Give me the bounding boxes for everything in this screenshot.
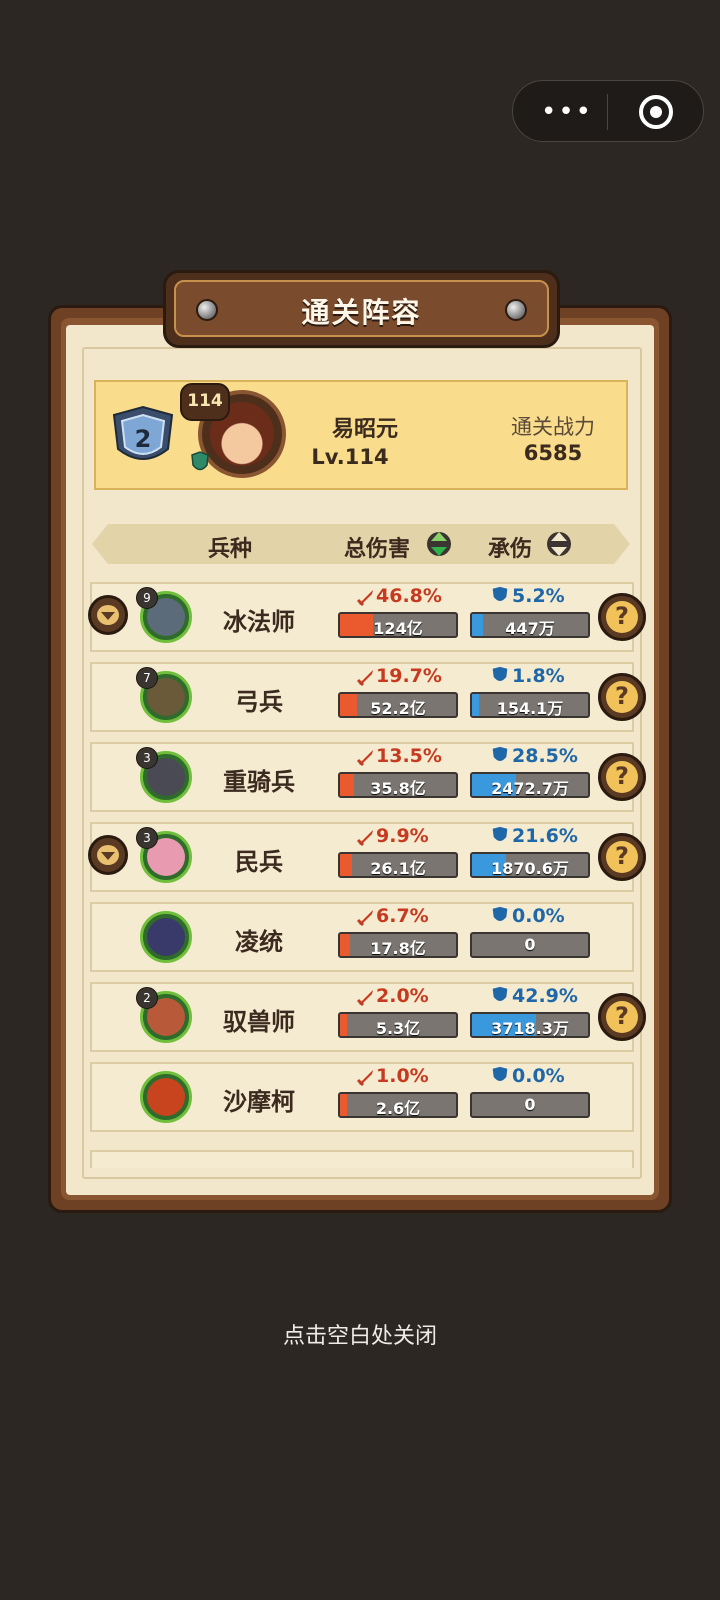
close-hint[interactable]: 点击空白处关闭 bbox=[0, 1318, 720, 1350]
tank-value: 2472.7万 bbox=[491, 779, 569, 798]
tank-value: 1870.6万 bbox=[491, 859, 569, 878]
tank-value: 0 bbox=[524, 1095, 536, 1114]
tank-bar: 154.1万 bbox=[470, 692, 590, 718]
help-question-icon[interactable]: ? bbox=[598, 833, 646, 881]
sort-active-icon[interactable] bbox=[426, 527, 452, 561]
unit-count-badge: 9 bbox=[136, 587, 158, 609]
tank-bar: 3718.3万 bbox=[470, 1012, 590, 1038]
damage-value: 17.8亿 bbox=[370, 939, 426, 958]
damage-value: 35.8亿 bbox=[370, 779, 426, 798]
help-question-icon[interactable]: ? bbox=[598, 593, 646, 641]
tank-value: 447万 bbox=[505, 619, 555, 638]
tank-value: 154.1万 bbox=[496, 699, 564, 718]
rank-number: 2 bbox=[135, 425, 152, 453]
tank-percent: 42.9% bbox=[512, 985, 578, 1007]
header-tank[interactable]: 承伤 bbox=[488, 531, 532, 563]
tank-percent: 0.0% bbox=[512, 905, 565, 927]
tank-value: 0 bbox=[524, 935, 536, 954]
power-label: 通关战力 bbox=[511, 415, 595, 439]
list-item bbox=[90, 1150, 634, 1168]
header-unit: 兵种 bbox=[208, 537, 253, 562]
tank-bar: 1870.6万 bbox=[470, 852, 590, 878]
unit-count-badge: 7 bbox=[136, 667, 158, 689]
damage-bar: 52.2亿 bbox=[338, 692, 458, 718]
damage-value: 52.2亿 bbox=[370, 699, 426, 718]
damage-bar: 35.8亿 bbox=[338, 772, 458, 798]
avatar-level-badge: 114 bbox=[180, 383, 230, 421]
sword-icon bbox=[356, 750, 373, 767]
tank-percent: 5.2% bbox=[512, 585, 565, 607]
tank-bar: 2472.7万 bbox=[470, 772, 590, 798]
more-dots-icon[interactable]: ••• bbox=[541, 99, 593, 125]
shield-icon bbox=[492, 986, 508, 1001]
unit-avatar bbox=[140, 911, 192, 963]
sword-icon bbox=[356, 990, 373, 1007]
shield-icon bbox=[492, 586, 508, 601]
sword-icon bbox=[356, 670, 373, 687]
damage-bar: 5.3亿 bbox=[338, 1012, 458, 1038]
tank-bar: 0 bbox=[470, 932, 590, 958]
help-question-icon[interactable]: ? bbox=[598, 753, 646, 801]
unit-name: 冰法师 bbox=[223, 608, 295, 636]
dialog-title: 通关阵容 bbox=[301, 296, 422, 329]
unit-name: 弓兵 bbox=[235, 688, 283, 716]
power-value: 6585 bbox=[523, 441, 583, 465]
damage-percent: 6.7% bbox=[376, 905, 429, 927]
tank-value: 3718.3万 bbox=[491, 1019, 569, 1038]
shield-icon bbox=[492, 1066, 508, 1081]
unit-name: 凌统 bbox=[235, 928, 283, 956]
shield-icon bbox=[492, 746, 508, 761]
rank-shield-icon: 2 bbox=[112, 405, 174, 460]
tank-bar: 447万 bbox=[470, 612, 590, 638]
unit-name: 沙摩柯 bbox=[223, 1088, 295, 1116]
sort-icon[interactable] bbox=[546, 527, 572, 561]
damage-percent: 19.7% bbox=[376, 665, 442, 687]
damage-percent: 9.9% bbox=[376, 825, 429, 847]
mini-shield-icon bbox=[191, 451, 209, 471]
help-question-icon[interactable]: ? bbox=[598, 673, 646, 721]
unit-name: 民兵 bbox=[235, 848, 283, 876]
player-level: Lv.114 bbox=[311, 445, 389, 469]
damage-value: 26.1亿 bbox=[370, 859, 426, 878]
unit-count-badge: 2 bbox=[136, 987, 158, 1009]
unit-count-badge: 3 bbox=[136, 747, 158, 769]
miniprogram-capsule: ••• bbox=[512, 80, 704, 142]
unit-name: 驭兽师 bbox=[223, 1008, 295, 1036]
shield-icon bbox=[492, 906, 508, 921]
damage-percent: 2.0% bbox=[376, 985, 429, 1007]
header-damage[interactable]: 总伤害 bbox=[344, 531, 410, 563]
damage-percent: 13.5% bbox=[376, 745, 442, 767]
help-question-icon[interactable]: ? bbox=[598, 993, 646, 1041]
close-target-icon[interactable] bbox=[639, 95, 673, 129]
damage-bar: 26.1亿 bbox=[338, 852, 458, 878]
damage-bar: 17.8亿 bbox=[338, 932, 458, 958]
unit-count-badge: 3 bbox=[136, 827, 158, 849]
shield-icon bbox=[492, 666, 508, 681]
damage-bar: 124亿 bbox=[338, 612, 458, 638]
expand-chevron-down-icon[interactable] bbox=[88, 595, 128, 635]
unit-name: 重骑兵 bbox=[223, 768, 295, 796]
tank-percent: 28.5% bbox=[512, 745, 578, 767]
title-plate: 通关阵容 bbox=[163, 270, 560, 348]
tank-percent: 1.8% bbox=[512, 665, 565, 687]
sword-icon bbox=[356, 1070, 373, 1087]
damage-value: 2.6亿 bbox=[375, 1099, 421, 1118]
unit-avatar bbox=[140, 1071, 192, 1123]
sword-icon bbox=[356, 590, 373, 607]
damage-percent: 46.8% bbox=[376, 585, 442, 607]
damage-value: 5.3亿 bbox=[375, 1019, 421, 1038]
capsule-divider bbox=[607, 94, 608, 130]
tank-bar: 0 bbox=[470, 1092, 590, 1118]
sword-icon bbox=[356, 830, 373, 847]
expand-chevron-down-icon[interactable] bbox=[88, 835, 128, 875]
tank-percent: 21.6% bbox=[512, 825, 578, 847]
damage-bar: 2.6亿 bbox=[338, 1092, 458, 1118]
tank-percent: 0.0% bbox=[512, 1065, 565, 1087]
shield-icon bbox=[492, 826, 508, 841]
player-name: 易昭元 bbox=[331, 417, 398, 442]
damage-percent: 1.0% bbox=[376, 1065, 429, 1087]
damage-value: 124亿 bbox=[373, 619, 423, 638]
sword-icon bbox=[356, 910, 373, 927]
